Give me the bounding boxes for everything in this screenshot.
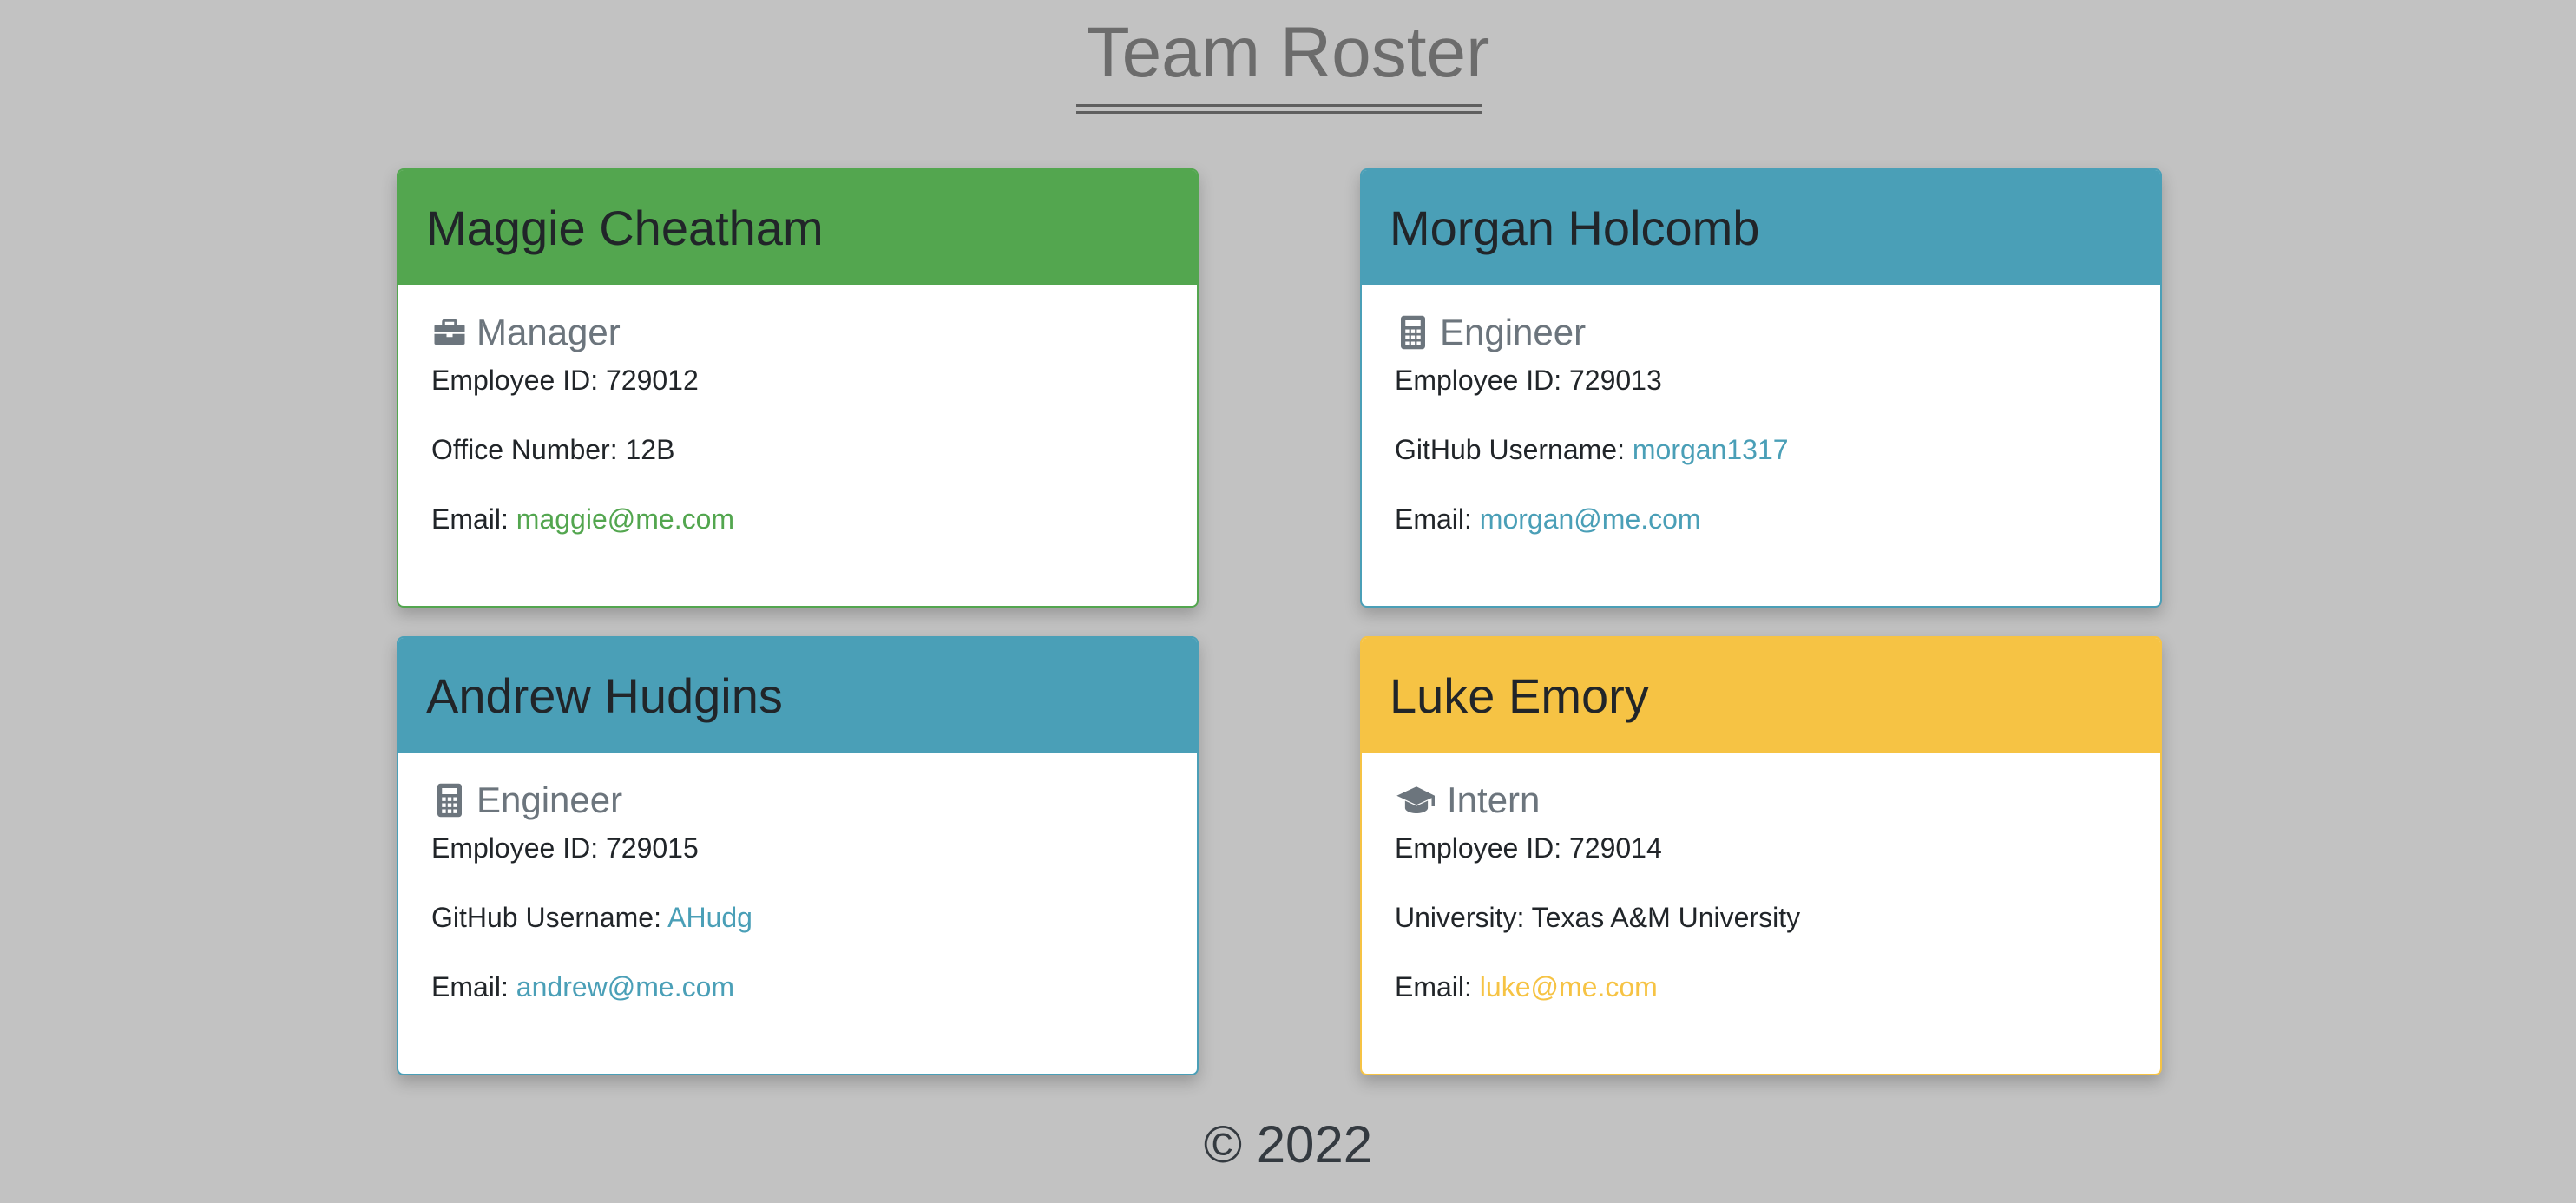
employee-card-intern: Luke Emory Intern Employee ID: 729014 Un… xyxy=(1360,636,2162,1075)
office-number-line: Office Number: 12B xyxy=(431,432,1164,467)
employee-id-value: 729012 xyxy=(605,365,699,396)
employee-id-line: Employee ID: 729013 xyxy=(1395,363,2127,398)
github-link[interactable]: morgan1317 xyxy=(1633,434,1789,465)
email-link[interactable]: luke@me.com xyxy=(1480,971,1658,1002)
email-line: Email: andrew@me.com xyxy=(431,970,1164,1004)
email-line: Email: maggie@me.com xyxy=(431,502,1164,536)
employee-name: Maggie Cheatham xyxy=(426,200,824,255)
github-label: GitHub Username: xyxy=(431,902,661,933)
role-row: Engineer xyxy=(431,775,1164,825)
card-body: Intern Employee ID: 729014 University: T… xyxy=(1362,753,2160,1004)
employee-id-value: 729013 xyxy=(1568,365,1662,396)
email-line: Email: luke@me.com xyxy=(1395,970,2127,1004)
employee-id-label: Employee ID: xyxy=(431,365,599,396)
employee-card-engineer: Andrew Hudgins Engineer Employee ID: 729… xyxy=(397,636,1199,1075)
employee-id-label: Employee ID: xyxy=(1395,365,1562,396)
email-label: Email: xyxy=(431,971,509,1002)
university-label: University: xyxy=(1395,902,1525,933)
card-body: Engineer Employee ID: 729015 GitHub User… xyxy=(398,753,1197,1004)
page-title: Team Roster xyxy=(1086,13,1490,92)
office-number-value: 12B xyxy=(625,434,675,465)
employee-id-value: 729014 xyxy=(1568,832,1662,864)
github-line: GitHub Username: morgan1317 xyxy=(1395,432,2127,467)
employee-name: Morgan Holcomb xyxy=(1390,200,1760,255)
card-header: Maggie Cheatham xyxy=(398,170,1197,285)
employee-id-line: Employee ID: 729014 xyxy=(1395,831,2127,865)
card-header: Luke Emory xyxy=(1362,638,2160,753)
office-number-label: Office Number: xyxy=(431,434,618,465)
employee-card-manager: Maggie Cheatham Manager Employee ID: 729… xyxy=(397,168,1199,608)
employee-id-line: Employee ID: 729012 xyxy=(431,363,1164,398)
calculator-icon xyxy=(431,782,468,818)
card-header: Andrew Hudgins xyxy=(398,638,1197,753)
github-line: GitHub Username: AHudg xyxy=(431,900,1164,935)
graduation-cap-icon xyxy=(1395,782,1438,818)
email-link[interactable]: maggie@me.com xyxy=(516,503,734,535)
card-header: Morgan Holcomb xyxy=(1362,170,2160,285)
email-label: Email: xyxy=(1395,503,1472,535)
role-row: Intern xyxy=(1395,775,2127,825)
role-row: Engineer xyxy=(1395,307,2127,358)
employee-name: Andrew Hudgins xyxy=(426,667,783,723)
card-body: Manager Employee ID: 729012 Office Numbe… xyxy=(398,285,1197,536)
employee-id-label: Employee ID: xyxy=(1395,832,1562,864)
role-row: Manager xyxy=(431,307,1164,358)
calculator-icon xyxy=(1395,314,1431,351)
role-label: Engineer xyxy=(476,779,623,820)
email-link[interactable]: morgan@me.com xyxy=(1480,503,1701,535)
briefcase-icon xyxy=(431,314,468,351)
github-link[interactable]: AHudg xyxy=(667,902,752,933)
github-label: GitHub Username: xyxy=(1395,434,1625,465)
employee-card-engineer: Morgan Holcomb Engineer Employee ID: 729… xyxy=(1360,168,2162,608)
role-label: Engineer xyxy=(1440,312,1587,352)
email-line: Email: morgan@me.com xyxy=(1395,502,2127,536)
employee-name: Luke Emory xyxy=(1390,667,1649,723)
card-body: Engineer Employee ID: 729013 GitHub User… xyxy=(1362,285,2160,536)
email-label: Email: xyxy=(1395,971,1472,1002)
footer-copyright: © 2022 xyxy=(1203,1115,1373,1173)
role-label: Intern xyxy=(1447,779,1541,820)
university-line: University: Texas A&M University xyxy=(1395,900,2127,935)
university-value: Texas A&M University xyxy=(1531,902,1801,933)
email-label: Email: xyxy=(431,503,509,535)
employee-id-label: Employee ID: xyxy=(431,832,599,864)
employee-id-value: 729015 xyxy=(605,832,699,864)
title-double-rule xyxy=(1076,104,1482,114)
employee-id-line: Employee ID: 729015 xyxy=(431,831,1164,865)
email-link[interactable]: andrew@me.com xyxy=(516,971,734,1002)
role-label: Manager xyxy=(476,312,621,352)
